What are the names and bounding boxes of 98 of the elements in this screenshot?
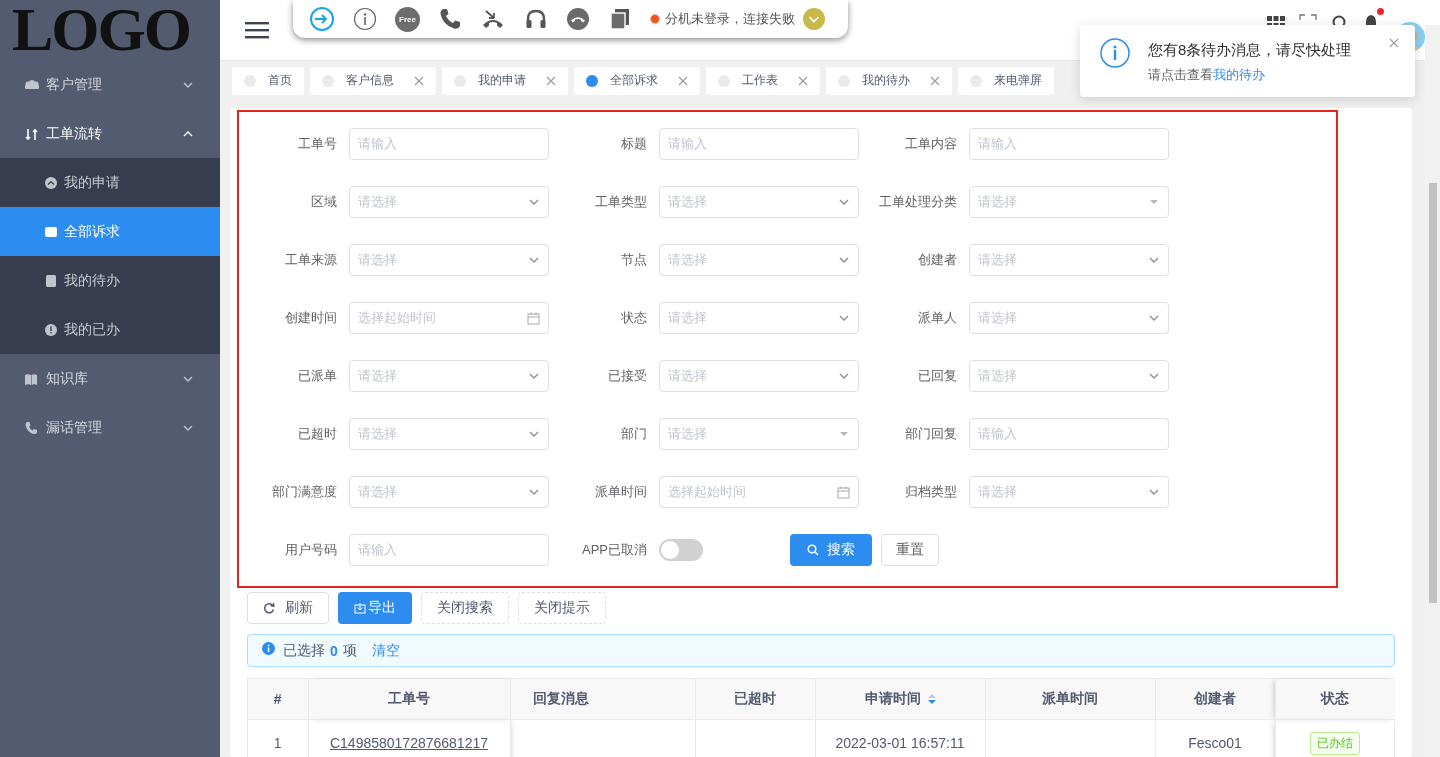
field-label: 部门满意度 <box>271 483 337 501</box>
column-header[interactable]: 工单号 <box>308 679 510 720</box>
calendar-icon <box>527 311 540 325</box>
column-header[interactable]: 回复消息 <box>515 679 695 720</box>
folder-icon <box>44 224 58 239</box>
field-label: APP已取消 <box>581 541 647 559</box>
sidebar-subitem[interactable]: 我的待办 <box>0 256 220 305</box>
table-cell: Fesco01 <box>1188 735 1242 751</box>
field-label: 已接受 <box>607 367 647 385</box>
close-icon[interactable] <box>798 75 808 86</box>
headset-icon[interactable] <box>524 7 548 31</box>
info-icon <box>262 642 275 655</box>
field-label: 已派单 <box>297 367 337 385</box>
chevron-down-icon[interactable] <box>803 8 825 30</box>
document-icon <box>44 273 58 288</box>
connection-status: 分机未登录，连接失败 <box>665 10 795 28</box>
info-icon[interactable] <box>353 7 377 31</box>
status-dot <box>650 14 660 24</box>
hang-up-icon[interactable] <box>566 7 590 31</box>
field-label: 创建者 <box>917 251 957 269</box>
field-label: 状态 <box>620 309 647 327</box>
toggle-switch[interactable] <box>659 539 703 561</box>
field-label: 节点 <box>620 251 647 269</box>
refresh-button[interactable]: 刷新 <box>247 592 329 624</box>
exclamation-icon <box>44 322 58 337</box>
sidebar-subitem[interactable]: 我的已办 <box>0 305 220 354</box>
field-label: 归档类型 <box>904 483 957 501</box>
tab[interactable]: 全部诉求 <box>574 66 700 95</box>
toggle-button[interactable]: 关闭提示 <box>518 592 606 624</box>
link[interactable]: 我的待办 <box>1213 67 1265 82</box>
selection-count: 0 <box>330 642 338 659</box>
refresh-icon <box>263 602 275 614</box>
field-label: 部门回复 <box>904 425 957 443</box>
field-label: 区域 <box>310 193 337 211</box>
book-icon <box>24 371 39 386</box>
column-header[interactable]: 派单时间 <box>985 679 1155 720</box>
field-label: 工单号 <box>297 135 337 153</box>
free-button[interactable]: Free <box>395 6 420 32</box>
notification-title: 您有8条待办消息，请尽快处理 <box>1148 41 1353 60</box>
sort-icon[interactable] <box>927 693 936 706</box>
circle-icon <box>44 175 58 190</box>
download-icon <box>354 602 366 614</box>
tab[interactable]: 我的待办 <box>826 66 952 95</box>
table-cell: 1 <box>273 735 282 751</box>
notification-text: 请点击查看我的待办 <box>1148 66 1266 84</box>
sidebar-item[interactable]: 漏话管理 <box>0 403 220 452</box>
tab[interactable]: 来电弹屏 <box>958 66 1054 95</box>
field-label: 标题 <box>620 135 647 153</box>
tab[interactable]: 首页 <box>232 66 304 95</box>
tab[interactable]: 我的申请 <box>442 66 568 95</box>
close-icon[interactable] <box>678 75 688 86</box>
field-label: 工单处理分类 <box>878 193 957 211</box>
close-icon[interactable] <box>546 75 556 86</box>
table-cell: 2022-03-01 16:57:11 <box>835 735 965 751</box>
arrows-icon <box>24 126 39 141</box>
sidebar-subitem[interactable]: 我的申请 <box>0 158 220 207</box>
sidebar-item[interactable]: 客户管理 <box>0 60 220 109</box>
status-tag: 已办结 <box>1310 731 1361 755</box>
info-icon <box>1100 38 1130 68</box>
field-label: 已超时 <box>297 425 337 443</box>
sidebar-item[interactable]: 知识库 <box>0 354 220 403</box>
phone-icon <box>24 420 39 435</box>
close-icon[interactable] <box>1389 38 1399 48</box>
field-label: 部门 <box>620 425 647 443</box>
column-header[interactable]: 创建者 <box>1155 679 1275 720</box>
login-icon[interactable] <box>309 6 335 32</box>
selection-unit: 项 <box>342 641 357 660</box>
export-button[interactable]: 导出 <box>338 592 412 624</box>
field-label: 工单类型 <box>594 193 647 211</box>
copy-icon[interactable] <box>608 7 632 31</box>
toggle-button[interactable]: 关闭搜索 <box>421 592 509 624</box>
clear-link[interactable]: 清空 <box>371 641 400 660</box>
menu-icon[interactable] <box>245 20 269 40</box>
sidebar-item[interactable]: 工单流转 <box>0 109 220 158</box>
sidebar-subitem[interactable]: 全部诉求 <box>0 207 220 256</box>
field-label: 用户号码 <box>284 541 337 559</box>
phone-icon[interactable] <box>438 7 462 31</box>
reset-button[interactable]: 重置 <box>881 534 939 566</box>
field-label: 已回复 <box>917 367 957 385</box>
column-header[interactable]: # <box>248 679 308 720</box>
tab[interactable]: 客户信息 <box>310 66 436 95</box>
field-label: 工单来源 <box>284 251 337 269</box>
calendar-icon <box>837 485 850 499</box>
field-label: 派单人 <box>917 309 957 327</box>
tab[interactable]: 工作表 <box>706 66 820 95</box>
field-label: 创建时间 <box>284 309 337 327</box>
column-header[interactable]: 申请时间 <box>815 679 985 720</box>
close-icon[interactable] <box>414 75 424 86</box>
column-header[interactable]: 已超时 <box>695 679 815 720</box>
field-label: 工单内容 <box>904 135 957 153</box>
search-button[interactable]: 搜索 <box>790 534 872 566</box>
order-link[interactable]: C1498580172876681217 <box>329 735 488 751</box>
logo: LOGO <box>12 0 191 58</box>
column-header[interactable]: 状态 <box>1275 679 1395 720</box>
field-label: 派单时间 <box>594 483 647 501</box>
notification-dot <box>1377 8 1384 15</box>
close-icon[interactable] <box>930 75 940 86</box>
selection-label: 已选择 <box>283 641 325 660</box>
